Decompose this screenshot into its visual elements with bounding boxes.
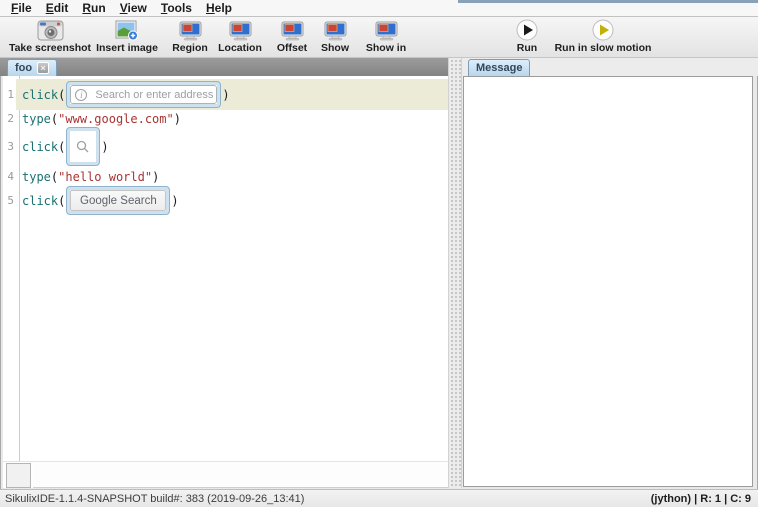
code-line-1[interactable]: 1 click(i Search or enter address) — [3, 79, 448, 110]
message-tab-strip: Message — [462, 58, 758, 76]
version-info: SikulixIDE-1.1.4-SNAPSHOT build#: 383 (2… — [5, 492, 305, 505]
function-name: type — [22, 111, 51, 126]
string-literal: "www.google.com" — [58, 111, 174, 126]
status-bar: SikulixIDE-1.1.4-SNAPSHOT build#: 383 (2… — [0, 489, 758, 507]
monitor-icon — [309, 19, 361, 41]
line-number: 1 — [7, 88, 14, 101]
insert-image-label: Insert image — [96, 42, 158, 54]
take-screenshot-button[interactable]: Take screenshot — [6, 19, 94, 54]
function-name: type — [22, 169, 51, 184]
line-number: 3 — [7, 140, 14, 153]
image-thumbnail-search-button[interactable] — [66, 127, 101, 166]
function-name: click — [22, 87, 59, 102]
image-plus-icon — [95, 19, 159, 41]
run-button[interactable]: Run — [501, 19, 553, 54]
address-bar-preview: i Search or enter address — [70, 85, 218, 104]
region-label: Region — [172, 42, 208, 54]
run-slow-icon — [553, 19, 653, 41]
address-bar-placeholder: Search or enter address — [95, 88, 214, 101]
magnifier-icon — [77, 140, 89, 152]
editor-tab-strip: foo × — [0, 58, 448, 76]
image-thumbnail-address-bar[interactable]: i Search or enter address — [66, 81, 222, 108]
insert-image-button[interactable]: Insert image — [95, 19, 159, 54]
scrollbar-corner — [6, 463, 31, 488]
interpreter-and-caret-position: (jython) | R: 1 | C: 9 — [650, 492, 751, 505]
menu-view[interactable]: View — [113, 0, 154, 16]
code-line-3[interactable]: 3 click() — [3, 127, 448, 166]
location-label: Location — [218, 42, 262, 54]
string-literal: "hello world" — [58, 169, 153, 184]
google-search-button-preview: Google Search — [70, 190, 167, 211]
show-button[interactable]: Show — [309, 19, 361, 54]
code-line-4[interactable]: 4 type("hello world") — [3, 166, 448, 187]
run-slow-motion-button[interactable]: Run in slow motion — [553, 19, 653, 54]
toolbar: Take screenshot Insert image Region Loca… — [0, 17, 758, 58]
menu-edit[interactable]: Edit — [39, 0, 76, 16]
line-number: 5 — [7, 194, 14, 207]
function-name: click — [22, 139, 59, 154]
take-screenshot-label: Take screenshot — [8, 42, 92, 54]
show-in-button[interactable]: Show in — [359, 19, 413, 54]
run-slow-motion-label: Run in slow motion — [554, 42, 652, 54]
monitor-icon — [359, 19, 413, 41]
camera-icon — [6, 19, 94, 41]
region-button[interactable]: Region — [164, 19, 216, 54]
image-thumbnail-google-search[interactable]: Google Search — [66, 186, 171, 215]
window-top-edge — [458, 0, 758, 3]
show-label: Show — [321, 42, 349, 54]
line-number: 2 — [7, 112, 14, 125]
line-number: 4 — [7, 170, 14, 183]
menu-run[interactable]: Run — [75, 0, 112, 16]
run-icon — [501, 19, 553, 41]
horizontal-scrollbar[interactable] — [3, 461, 448, 488]
message-panel[interactable] — [463, 76, 753, 487]
tab-foo[interactable]: foo × — [7, 59, 58, 76]
menu-tools[interactable]: Tools — [154, 0, 199, 16]
code-line-2[interactable]: 2 type("www.google.com") — [3, 110, 448, 127]
show-in-label: Show in — [365, 42, 407, 54]
tab-message-label: Message — [476, 62, 523, 74]
location-button[interactable]: Location — [214, 19, 266, 54]
code-line-5[interactable]: 5 click(Google Search) — [3, 186, 448, 215]
monitor-icon — [214, 19, 266, 41]
pane-splitter[interactable] — [448, 58, 462, 488]
menu-help[interactable]: Help — [199, 0, 239, 16]
function-name: click — [22, 193, 59, 208]
scrollbar-track[interactable] — [33, 463, 448, 488]
run-label: Run — [516, 42, 538, 54]
info-icon: i — [75, 88, 88, 101]
tab-foo-label: foo — [15, 62, 33, 74]
tab-message[interactable]: Message — [468, 59, 531, 76]
code-lines: 1 click(i Search or enter address) 2 type… — [3, 79, 448, 215]
menu-file[interactable]: File — [4, 0, 39, 16]
monitor-icon — [164, 19, 216, 41]
code-editor[interactable]: 1 click(i Search or enter address) 2 type… — [3, 76, 448, 488]
sikulix-ide-window: File Edit Run View Tools Help Take scree… — [0, 0, 758, 507]
tab-close-icon[interactable]: × — [37, 62, 50, 74]
